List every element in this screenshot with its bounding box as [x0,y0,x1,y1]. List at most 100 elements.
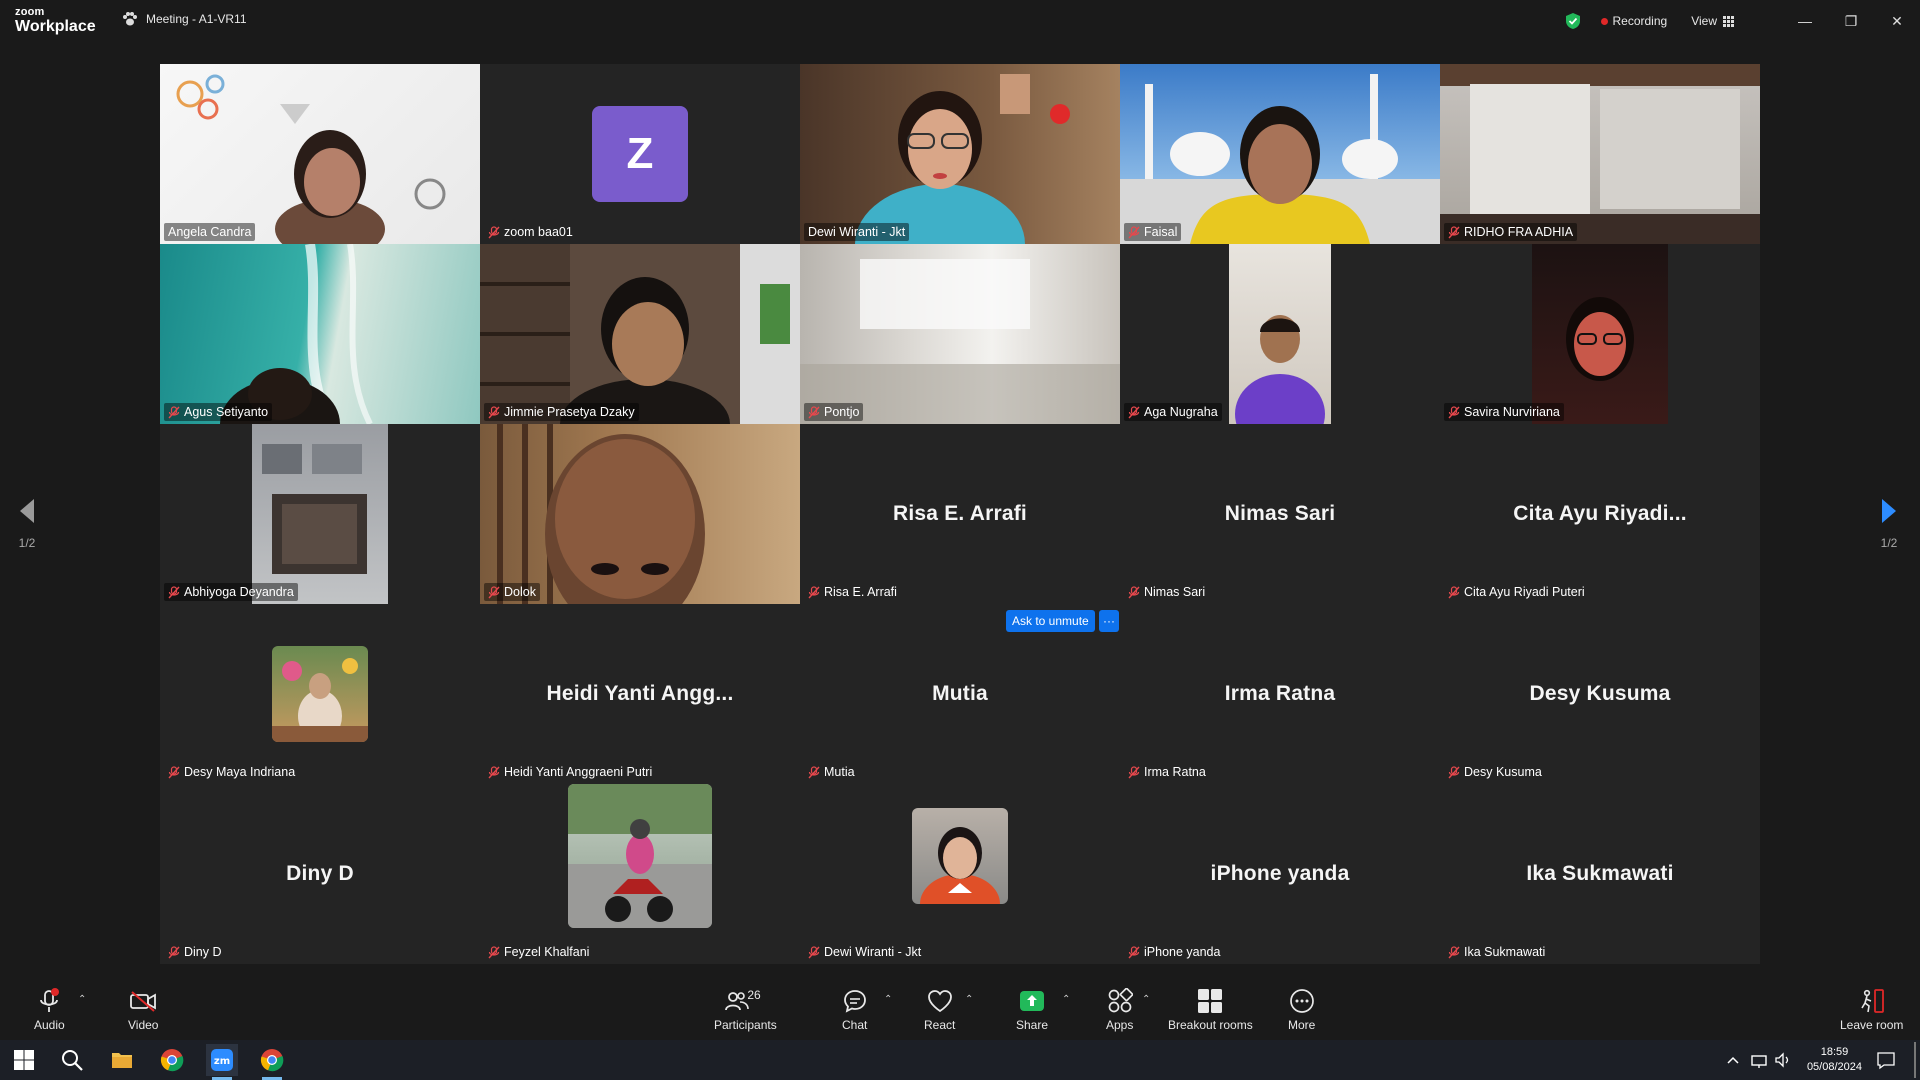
participant-name: Savira Nurviriana [1464,405,1560,419]
notifications-icon[interactable] [1876,1048,1896,1072]
chrome-profile-icon[interactable] [260,1048,284,1072]
clock-time: 18:59 [1820,1046,1849,1058]
participant-name: Cita Ayu Riyadi Puteri [1464,585,1585,599]
participant-tile[interactable]: Diny D Diny D [160,784,480,964]
react-options-caret[interactable]: ⌃ [965,994,973,1005]
show-desktop-button[interactable] [1914,1042,1916,1078]
participant-name: Abhiyoga Deyandra [184,585,294,599]
participant-name: Angela Candra [168,225,252,239]
apps-options-caret[interactable]: ⌃ [1142,994,1150,1005]
minimize-button[interactable]: — [1782,0,1828,42]
participant-name: Mutia [824,765,855,779]
muted-mic-icon [1128,945,1140,958]
logo-line1: zoom [15,6,45,18]
muted-mic-icon [488,765,500,778]
participant-tile[interactable]: Agus Setiyanto [160,244,480,424]
participant-name: Dolok [504,585,536,599]
system-clock[interactable]: 18:59 05/08/2024 [1807,1045,1862,1075]
tray-chevron-icon[interactable] [1726,1048,1740,1072]
participant-tile[interactable]: Cita Ayu Riyadi... Cita Ayu Riyadi Puteri [1440,424,1760,604]
participant-tile[interactable]: Zzoom baa01 [480,64,800,244]
chrome-icon[interactable] [160,1048,184,1072]
more-icon [1289,989,1314,1013]
page-indicator-left: 1/2 [18,536,36,550]
tile-more-options-button[interactable]: ··· [1099,610,1119,632]
view-button[interactable]: View [1691,14,1734,28]
participant-tile[interactable]: Faisal [1120,64,1440,244]
muted-mic-icon [1128,405,1140,418]
share-button[interactable]: Share [1016,986,1048,1032]
participants-label: Participants [714,1018,777,1032]
share-label: Share [1016,1018,1049,1032]
muted-mic-icon [808,945,820,958]
participant-tile[interactable]: Desy Maya Indriana [160,604,480,784]
react-button[interactable]: React [924,986,955,1032]
participant-tile[interactable]: Ika Sukmawati Ika Sukmawati [1440,784,1760,964]
network-icon[interactable] [1750,1048,1768,1072]
participant-display-name: Irma Ratna [1224,682,1336,705]
muted-mic-icon [168,405,180,418]
windows-start-icon[interactable] [12,1048,36,1072]
audio-button[interactable]: Audio [34,986,65,1032]
participant-tile[interactable]: iPhone yanda iPhone yanda [1120,784,1440,964]
participant-tile[interactable]: Feyzel Khalfani [480,784,800,964]
participant-tile[interactable]: Savira Nurviriana [1440,244,1760,424]
leave-room-button[interactable]: Leave room [1840,986,1903,1032]
audio-options-caret[interactable]: ⌃ [78,994,86,1005]
chat-button[interactable]: Chat [842,986,867,1032]
video-feed [1229,244,1331,424]
share-screen-icon [1020,991,1045,1011]
participant-tile[interactable]: RIDHO FRA ADHIA [1440,64,1760,244]
participant-tile[interactable]: Heidi Yanti Angg... Heidi Yanti Anggraeni… [480,604,800,784]
participant-display-name: Ika Sukmawati [1526,862,1674,885]
video-feed [480,424,800,604]
apps-button[interactable]: Apps [1106,986,1133,1032]
participant-name-label: Aga Nugraha [1124,403,1222,421]
close-button[interactable]: ✕ [1874,0,1920,42]
breakout-rooms-button[interactable]: Breakout rooms [1168,986,1253,1032]
zoom-app-icon[interactable]: zm [210,1048,234,1072]
participants-icon [725,992,750,1011]
share-options-caret[interactable]: ⌃ [1062,994,1070,1005]
page-indicator-right: 1/2 [1880,536,1898,550]
ask-to-unmute-button[interactable]: Ask to unmute [1006,610,1095,632]
previous-page-button[interactable]: 1/2 [18,498,36,550]
muted-mic-icon [1448,225,1460,238]
participant-tile[interactable]: Desy Kusuma Desy Kusuma [1440,604,1760,784]
participant-name-label: Angela Candra [164,223,256,241]
chat-label: Chat [842,1018,868,1032]
muted-mic-icon [488,945,500,958]
meeting-info[interactable]: Meeting - A1-VR11 [122,12,247,26]
participant-tile[interactable]: Aga Nugraha [1120,244,1440,424]
participant-name-label: Desy Maya Indriana [164,763,299,781]
participant-name: iPhone yanda [1144,945,1221,959]
chat-options-caret[interactable]: ⌃ [884,994,892,1005]
file-explorer-icon[interactable] [110,1048,134,1072]
participant-tile[interactable]: Dewi Wiranti - Jkt [800,64,1120,244]
participant-tile[interactable]: Dewi Wiranti - Jkt [800,784,1120,964]
video-button[interactable]: Video [128,986,158,1032]
participant-tile[interactable]: Dolok [480,424,800,604]
more-button[interactable]: More [1288,986,1315,1032]
volume-icon[interactable] [1774,1048,1792,1072]
participants-button[interactable]: 26 Participants [714,986,777,1032]
participant-tile[interactable]: Pontjo [800,244,1120,424]
shield-icon[interactable] [1565,12,1581,30]
participant-tile[interactable]: Angela Candra [160,64,480,244]
video-off-icon [130,991,157,1012]
maximize-button[interactable]: ❐ [1828,0,1874,42]
muted-mic-icon [1448,945,1460,958]
recording-indicator[interactable]: Recording [1600,14,1667,28]
search-icon[interactable] [60,1048,84,1072]
participant-display-name: Cita Ayu Riyadi... [1513,502,1687,525]
participant-name-label: Cita Ayu Riyadi Puteri [1444,583,1589,601]
participant-tile[interactable]: Irma Ratna Irma Ratna [1120,604,1440,784]
profile-photo [568,784,712,928]
audio-label: Audio [34,1018,65,1032]
next-page-button[interactable]: 1/2 [1880,498,1898,550]
participant-tile[interactable]: Nimas Sari Nimas Sari [1120,424,1440,604]
participant-tile[interactable]: Abhiyoga Deyandra [160,424,480,604]
participant-display-name: Heidi Yanti Angg... [546,682,734,705]
participant-tile[interactable]: Risa E. Arrafi Risa E. Arrafi [800,424,1120,604]
participant-tile[interactable]: Jimmie Prasetya Dzaky [480,244,800,424]
